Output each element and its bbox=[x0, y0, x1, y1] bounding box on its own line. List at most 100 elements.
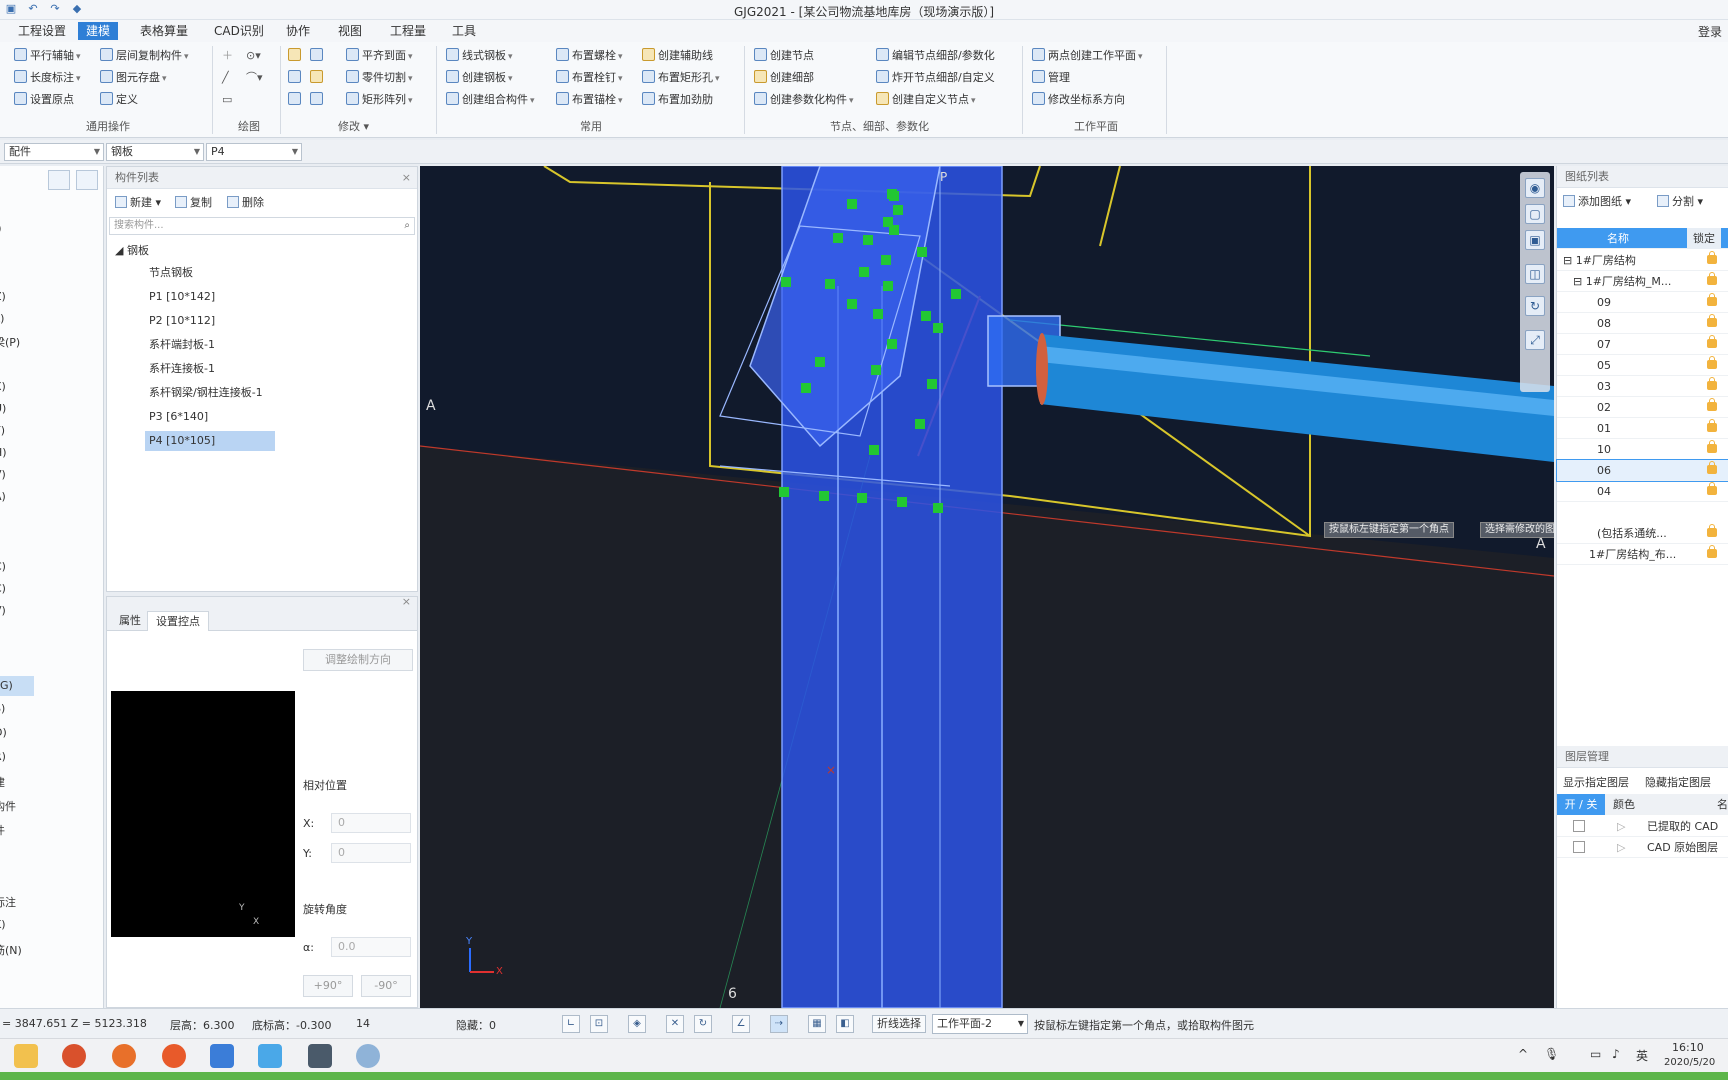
drawing-row-sheet[interactable]: 09 bbox=[1557, 292, 1728, 313]
tree-item[interactable]: 节点钢板 bbox=[149, 263, 193, 283]
create-parametric-button[interactable]: 创建参数化构件 ▾ bbox=[754, 90, 854, 110]
show-layer-button[interactable]: 显示指定图层 bbox=[1563, 774, 1629, 790]
nav-item[interactable]: H) bbox=[0, 446, 7, 459]
subtype-select[interactable]: 钢板 ▼ bbox=[106, 143, 204, 161]
3d-scene[interactable]: × bbox=[420, 166, 1554, 1008]
new-component-button[interactable]: 新建 ▾ bbox=[115, 193, 161, 213]
nav-item[interactable]: 筋(N) bbox=[0, 942, 22, 958]
drawing-row-extra[interactable]: (包括系通统... bbox=[1557, 523, 1728, 544]
rectangular-array-button[interactable]: 矩形阵列 ▾ bbox=[346, 90, 413, 110]
control-point[interactable] bbox=[859, 267, 869, 277]
network-app-icon[interactable] bbox=[356, 1044, 380, 1068]
adjust-direction-button[interactable]: 调整绘制方向 bbox=[303, 649, 413, 671]
nav-item[interactable]: V) bbox=[0, 604, 6, 617]
control-point[interactable] bbox=[863, 235, 873, 245]
login-link[interactable]: 登录 bbox=[1698, 23, 1722, 40]
add-drawing-button[interactable]: 添加图纸 ▾ bbox=[1563, 192, 1631, 212]
two-point-workplane-button[interactable]: 两点创建工作平面 ▾ bbox=[1032, 46, 1143, 66]
nav-item[interactable]: J) bbox=[0, 222, 2, 235]
layer-checkbox[interactable] bbox=[1573, 841, 1585, 853]
circle-point-icon[interactable]: ⊙▾ bbox=[246, 46, 261, 66]
grid-view-icon[interactable] bbox=[76, 170, 98, 190]
tab-control-points[interactable]: 设置控点 bbox=[147, 611, 209, 631]
place-bolt-button[interactable]: 布置螺栓 ▾ bbox=[556, 46, 623, 66]
tab-tools[interactable]: 工具 bbox=[444, 22, 484, 40]
create-plate-button[interactable]: 创建钢板 ▾ bbox=[446, 68, 513, 88]
control-point[interactable] bbox=[847, 199, 857, 209]
manage-button[interactable]: 管理 bbox=[1032, 68, 1070, 88]
drawing-row-sheet[interactable]: 10 bbox=[1557, 439, 1728, 460]
view-icon[interactable]: ▢ bbox=[1525, 204, 1545, 224]
tree-item[interactable]: P3 [6*140] bbox=[149, 407, 208, 427]
drawing-row-extra[interactable]: 1#厂房结构_布... bbox=[1557, 544, 1728, 565]
control-point[interactable] bbox=[779, 487, 789, 497]
angle-icon[interactable]: ∠ bbox=[732, 1015, 750, 1033]
dimension-toggle-icon[interactable]: ⇢ bbox=[770, 1015, 788, 1033]
list-view-icon[interactable] bbox=[48, 170, 70, 190]
define-button[interactable]: 定义 bbox=[100, 90, 138, 110]
layer-checkbox[interactable] bbox=[1573, 820, 1585, 832]
drawing-row-sheet[interactable]: 05 bbox=[1557, 355, 1728, 376]
grid-icon[interactable]: ▦ bbox=[808, 1015, 826, 1033]
drawing-row-sheet[interactable]: 07 bbox=[1557, 334, 1728, 355]
lock-icon[interactable] bbox=[1707, 377, 1717, 390]
circle-icon[interactable] bbox=[310, 46, 326, 66]
line-tool-icon[interactable]: ╱ bbox=[222, 68, 229, 88]
tab-quantity[interactable]: 工程量 bbox=[382, 22, 434, 40]
lock-icon[interactable] bbox=[1707, 440, 1717, 453]
create-custom-node-button[interactable]: 创建自定义节点 ▾ bbox=[876, 90, 976, 110]
nav-item[interactable]: U) bbox=[0, 402, 6, 415]
tree-item[interactable]: P1 [10*142] bbox=[149, 287, 215, 307]
tab-modeling[interactable]: 建模 bbox=[78, 22, 119, 40]
workplane-select[interactable]: 工作平面-2 ▼ bbox=[932, 1014, 1028, 1034]
nav-item[interactable]: R) bbox=[0, 750, 6, 763]
alpha-field[interactable]: 0.0 bbox=[331, 937, 411, 957]
control-point[interactable] bbox=[897, 497, 907, 507]
control-point[interactable] bbox=[819, 491, 829, 501]
control-point[interactable] bbox=[889, 191, 899, 201]
control-point[interactable] bbox=[873, 309, 883, 319]
fit-view-icon[interactable]: ⤢ bbox=[1525, 330, 1545, 350]
control-point[interactable] bbox=[927, 379, 937, 389]
lock-icon[interactable] bbox=[1707, 419, 1717, 432]
mirror-icon[interactable] bbox=[310, 68, 326, 88]
file-explorer-icon[interactable] bbox=[14, 1044, 38, 1068]
gjg-app-icon[interactable] bbox=[258, 1044, 282, 1068]
linear-plate-button[interactable]: 线式钢板 ▾ bbox=[446, 46, 513, 66]
nav-item[interactable]: C) bbox=[0, 582, 6, 595]
search-icon[interactable]: ⌕ bbox=[404, 218, 410, 234]
place-anchor-button[interactable]: 布置锚栓 ▾ bbox=[556, 90, 623, 110]
control-point[interactable] bbox=[921, 311, 931, 321]
copy-component-button[interactable]: 复制 bbox=[175, 193, 212, 213]
orbit-icon[interactable]: ◉ bbox=[1525, 178, 1545, 198]
control-point[interactable] bbox=[881, 255, 891, 265]
control-point[interactable] bbox=[869, 445, 879, 455]
pdf-app-icon[interactable] bbox=[210, 1044, 234, 1068]
control-point[interactable] bbox=[857, 493, 867, 503]
edit-node-detail-button[interactable]: 编辑节点细部/参数化 bbox=[876, 46, 995, 66]
lock-icon[interactable] bbox=[1707, 314, 1717, 327]
nav-item[interactable]: V) bbox=[0, 468, 6, 481]
snap-icon[interactable]: ⊡ bbox=[590, 1015, 608, 1033]
parallel-axis-button[interactable]: 平行辅轴 ▾ bbox=[14, 46, 81, 66]
volume-icon[interactable]: ♪ bbox=[1612, 1047, 1620, 1061]
place-stiffener-button[interactable]: 布置加劲肋 bbox=[642, 90, 713, 110]
tab-project-settings[interactable]: 工程设置 bbox=[10, 22, 74, 40]
drawing-row-sheet[interactable]: 03 bbox=[1557, 376, 1728, 397]
drawing-row-sheet[interactable]: 02 bbox=[1557, 397, 1728, 418]
rotate-icon[interactable]: ↻ bbox=[1525, 296, 1545, 316]
drawing-row-root[interactable]: ⊟ 1#厂房结构 bbox=[1557, 250, 1728, 271]
control-point[interactable] bbox=[889, 225, 899, 235]
layer-row[interactable]: ▷ 已提取的 CAD bbox=[1557, 816, 1728, 837]
powerpoint-icon[interactable] bbox=[62, 1044, 86, 1068]
control-point[interactable] bbox=[781, 277, 791, 287]
nav-item[interactable]: 建 bbox=[0, 774, 5, 790]
lock-icon[interactable] bbox=[1707, 461, 1717, 474]
length-dimension-button[interactable]: 长度标注 ▾ bbox=[14, 68, 81, 88]
nav-item[interactable]: 构件 bbox=[0, 798, 16, 814]
nav-item[interactable]: 件 bbox=[0, 822, 5, 838]
drawing-row-subroot[interactable]: ⊟ 1#厂房结构_M... bbox=[1557, 271, 1728, 292]
nav-item[interactable]: D) bbox=[0, 726, 7, 739]
rectangle-tool-icon[interactable]: ▭ bbox=[222, 90, 232, 110]
tree-item[interactable]: P2 [10*112] bbox=[149, 311, 215, 331]
